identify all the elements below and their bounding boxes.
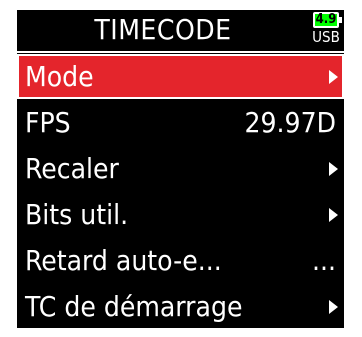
menu-item-value: ... [312, 244, 336, 277]
battery-icon: 4.9 [313, 12, 342, 28]
menu-item-label: Mode [25, 60, 94, 93]
usb-power-label: USB [312, 28, 340, 46]
header-bar: TIMECODE 4.9 USB [17, 10, 344, 50]
battery-indicator: 4.9 USB [311, 12, 342, 48]
menu-item-start-tc[interactable]: TC de démarrage [17, 284, 344, 329]
menu-item-label: FPS [25, 106, 71, 139]
chevron-right-icon [329, 162, 338, 176]
device-screen: TIMECODE 4.9 USB Mode FPS 29.97D Recaler… [17, 10, 344, 328]
menu-item-mode[interactable]: Mode [17, 54, 344, 99]
menu-item-user-bits[interactable]: Bits util. [17, 192, 344, 237]
menu-item-label: Retard auto-e... [25, 244, 222, 277]
menu-item-recaler[interactable]: Recaler [17, 146, 344, 191]
menu-item-value: 29.97D [244, 106, 337, 139]
menu-item-label: Bits util. [25, 198, 129, 231]
header-divider [17, 51, 344, 53]
chevron-right-icon [329, 208, 338, 222]
menu-item-label: TC de démarrage [25, 290, 243, 323]
menu-item-fps[interactable]: FPS 29.97D [17, 100, 344, 145]
chevron-right-icon [329, 300, 338, 314]
menu-list: Mode FPS 29.97D Recaler Bits util. Retar… [17, 54, 344, 330]
menu-item-auto-delay[interactable]: Retard auto-e... ... [17, 238, 344, 283]
chevron-right-icon [329, 70, 338, 84]
page-title: TIMECODE [94, 13, 232, 46]
menu-item-label: Recaler [25, 152, 119, 185]
